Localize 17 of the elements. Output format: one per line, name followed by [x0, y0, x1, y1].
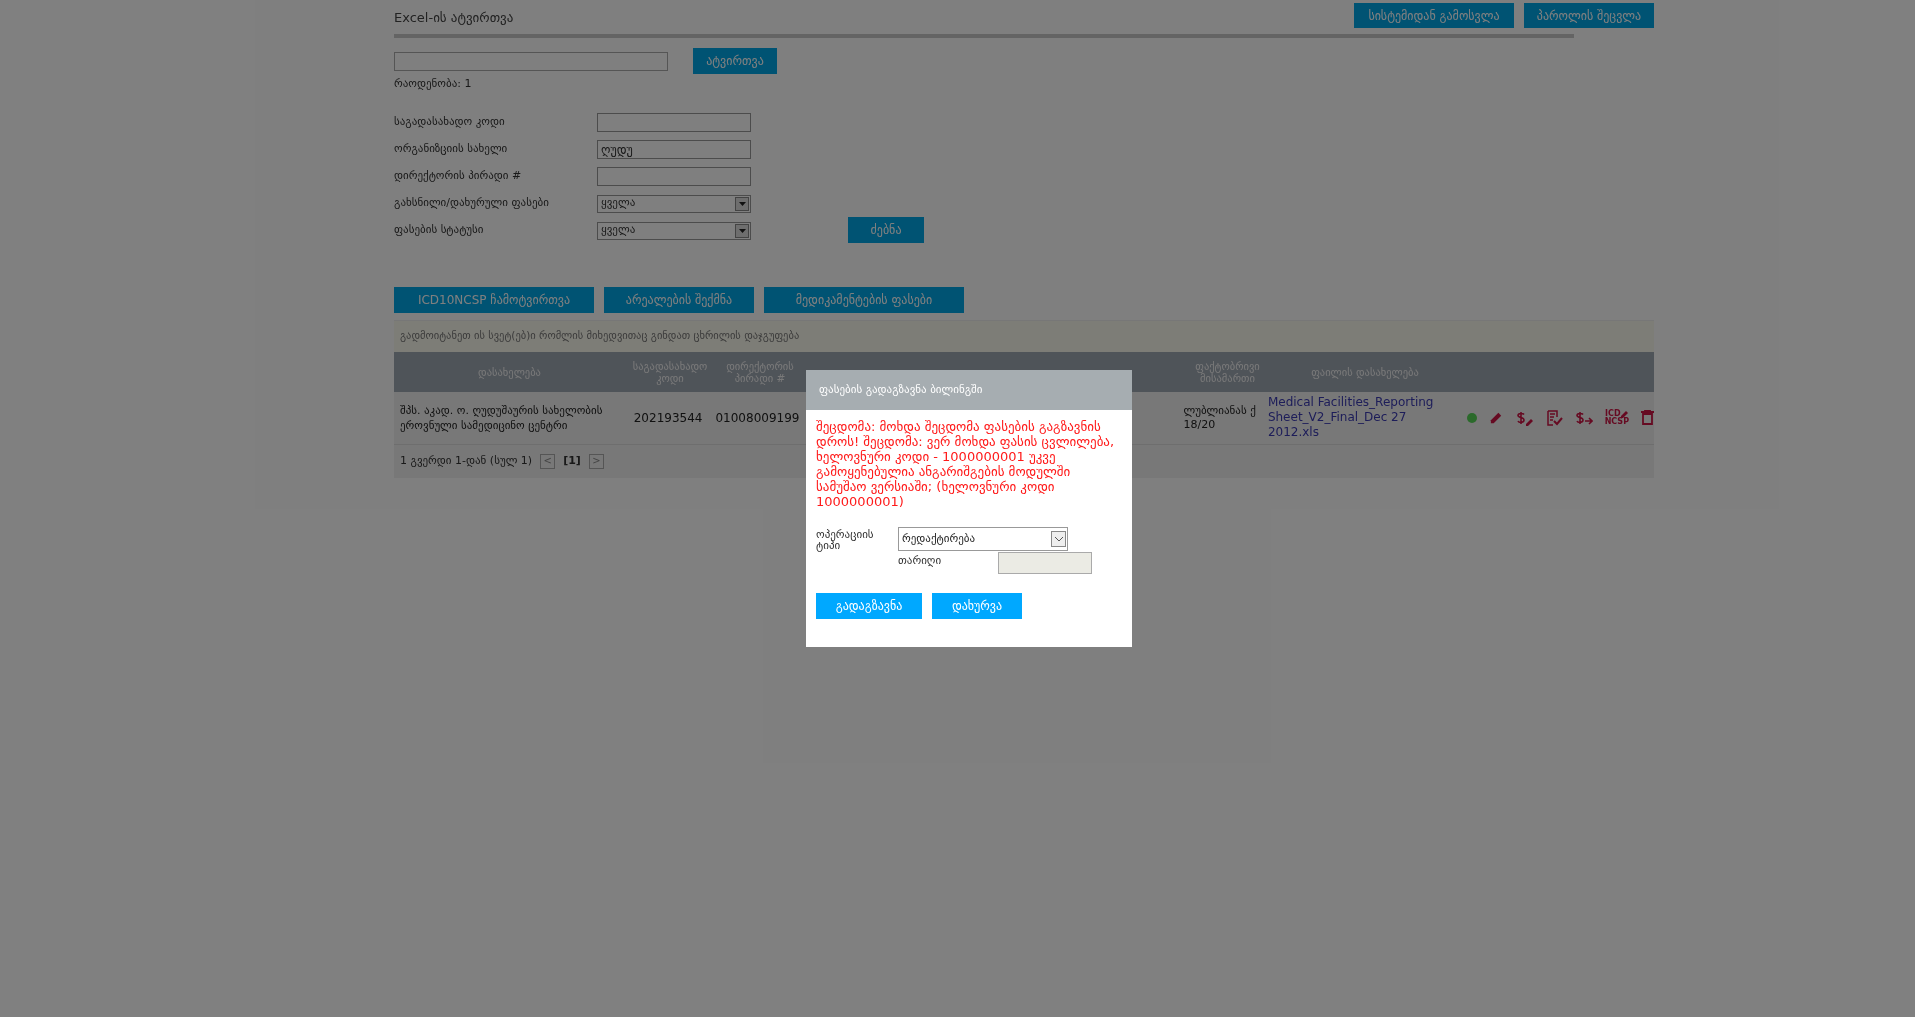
field-label: ორგანიზციის სახელი — [394, 141, 509, 158]
count-label: რაოდენობა: 1 — [394, 76, 473, 92]
dialog-title: ფასების გადაგზავნა ბილინგში — [819, 381, 983, 398]
table-cell-text: 01008009199 — [715, 409, 800, 427]
page-title: Excel-ის ატვირთვა — [394, 10, 514, 26]
field-label: ფასების სტატუსი — [394, 222, 485, 239]
pager-text: 1 გვერდი 1-დან (სულ 1) — [400, 452, 533, 469]
field-label: ოპერაციის ტიპი — [816, 529, 875, 551]
table-cell-text: 202193544 — [633, 409, 703, 427]
field-label: გახსნილი/დახურული ფასები — [394, 195, 550, 212]
error-message: შეცდომა: მოხდა შეცდომა ფასების გაგზავნის დროს! შეცდომა: ვერ მოხდა ფასის ცვლილება, ხელოვნური კოდი - 1000000001 უკვე გამოყენებულია ანგარიშგების მოდულში სამუშაო ვერსიაში; (ხელოვნური კოდი 1000000001) — [816, 419, 1116, 509]
table-cell-text: შპს. აკად. ო. ღუდუშაურის სახელობის ეროვნული სამედიცინო ცენტრი — [400, 402, 604, 433]
table-cell-text: ლუბლიანას ქ 18/20 — [1183, 403, 1257, 432]
field-label: თარიღი — [898, 553, 943, 569]
field-label: დირექტორის პირადი # — [394, 168, 523, 185]
field-label: საგადასახადო კოდი — [394, 114, 506, 131]
group-hint-bar: გადმოიტანეთ ის სვეტ(ებ)ი რომლის მიხედვითაც გინდათ ცხრილის დაჯგუფება — [394, 319, 1654, 352]
